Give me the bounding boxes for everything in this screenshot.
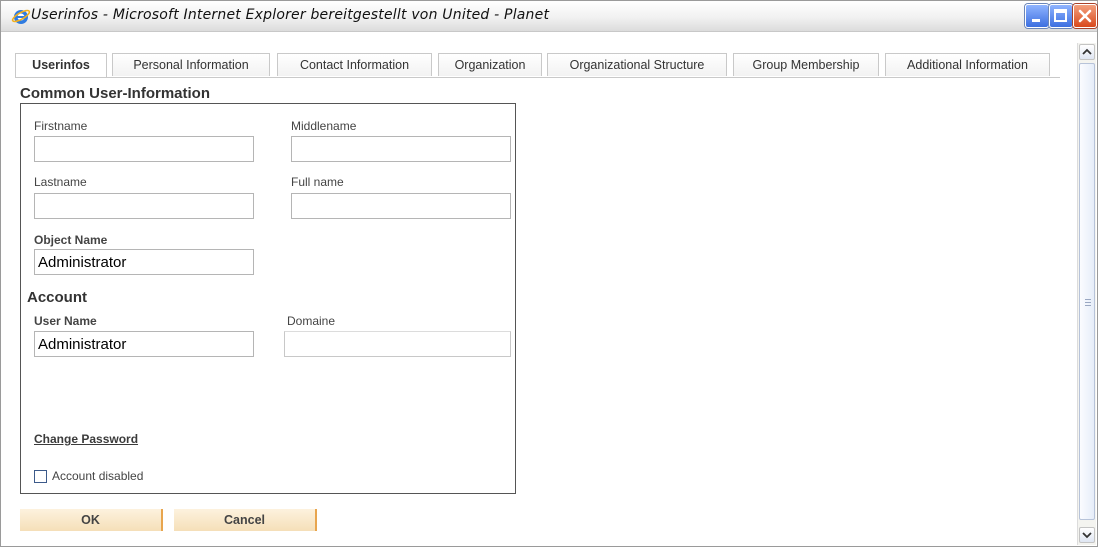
title-bar: Userinfos - Microsoft Internet Explorer … xyxy=(1,1,1097,32)
internet-explorer-icon xyxy=(11,9,31,24)
tab-userinfos[interactable]: Userinfos xyxy=(15,53,107,78)
tab-additional-information[interactable]: Additional Information xyxy=(885,53,1050,76)
minimize-button[interactable] xyxy=(1025,4,1049,28)
tab-personal-information[interactable]: Personal Information xyxy=(112,53,270,76)
object-name-input[interactable] xyxy=(34,249,254,275)
object-name-label: Object Name xyxy=(34,233,108,247)
tab-organization[interactable]: Organization xyxy=(438,53,542,76)
user-name-input[interactable] xyxy=(34,331,254,357)
chevron-up-icon xyxy=(1082,48,1092,55)
ok-button[interactable]: OK xyxy=(20,509,163,531)
scroll-up-button[interactable] xyxy=(1079,44,1095,60)
firstname-input[interactable] xyxy=(34,136,254,162)
fullname-input[interactable] xyxy=(291,193,511,219)
account-heading: Account xyxy=(27,289,87,306)
tab-group-membership[interactable]: Group Membership xyxy=(733,53,879,76)
browser-window: Userinfos - Microsoft Internet Explorer … xyxy=(0,0,1098,547)
common-user-information-heading: Common User-Information xyxy=(20,85,211,102)
user-name-label: User Name xyxy=(34,314,97,328)
close-icon xyxy=(1078,9,1092,23)
fullname-label: Full name xyxy=(291,175,344,189)
lastname-label: Lastname xyxy=(34,175,87,189)
tab-contact-information[interactable]: Contact Information xyxy=(277,53,432,76)
minimize-icon xyxy=(1032,19,1040,22)
chevron-down-icon xyxy=(1082,532,1092,539)
maximize-icon xyxy=(1054,9,1067,22)
domain-label: Domaine xyxy=(287,314,336,328)
firstname-label: Firstname xyxy=(34,119,88,133)
domain-input[interactable] xyxy=(284,331,511,357)
tab-strip: Userinfos Personal Information Contact I… xyxy=(15,53,1059,78)
change-password-link[interactable]: Change Password xyxy=(34,432,138,446)
vertical-scrollbar[interactable] xyxy=(1077,43,1096,545)
scroll-down-button[interactable] xyxy=(1079,527,1095,543)
close-button[interactable] xyxy=(1073,4,1097,28)
lastname-input[interactable] xyxy=(34,193,254,219)
tab-organizational-structure[interactable]: Organizational Structure xyxy=(547,53,727,76)
scrollbar-thumb[interactable] xyxy=(1079,63,1095,520)
account-disabled-label: Account disabled xyxy=(52,469,144,483)
middlename-label: Middlename xyxy=(291,119,357,133)
window-title: Userinfos - Microsoft Internet Explorer … xyxy=(31,7,550,23)
middlename-input[interactable] xyxy=(291,136,511,162)
maximize-button[interactable] xyxy=(1049,4,1073,28)
cancel-button[interactable]: Cancel xyxy=(174,509,317,531)
account-disabled-checkbox[interactable] xyxy=(34,470,47,483)
tab-divider xyxy=(15,77,1060,78)
